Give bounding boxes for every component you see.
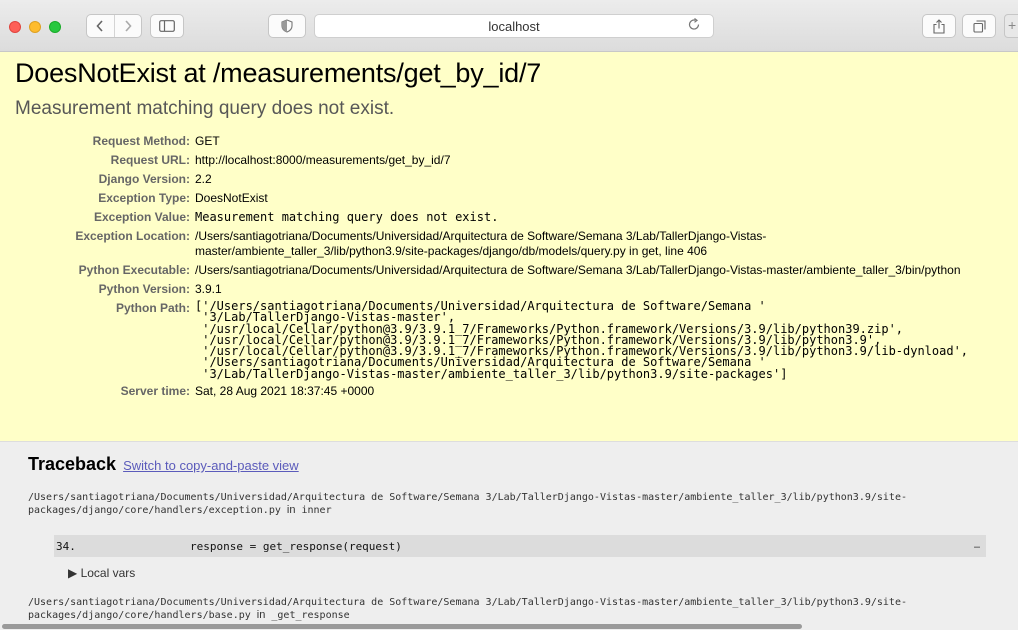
expand-context-button[interactable]: …: [974, 540, 980, 551]
frame-function: _get_response: [271, 610, 350, 621]
error-subtitle: Measurement matching query does not exis…: [15, 98, 395, 119]
address-bar[interactable]: localhost: [314, 14, 714, 38]
frame-in: in: [256, 609, 266, 621]
address-text: localhost: [488, 18, 540, 34]
traceback-heading: Traceback Switch to copy-and-paste view: [28, 454, 299, 475]
meta-label: Request Method:: [92, 134, 190, 148]
context-line[interactable]: 34. response = get_response(request) …: [54, 535, 986, 557]
share-button[interactable]: [922, 14, 956, 38]
code-text: response = get_response(request): [190, 539, 402, 553]
meta-value: Measurement matching query does not exis…: [195, 210, 499, 224]
browser-toolbar: localhost +: [0, 0, 1018, 52]
meta-value: GET: [195, 134, 220, 148]
tabs-icon: [972, 19, 986, 33]
error-title: DoesNotExist at /measurements/get_by_id/…: [15, 58, 542, 88]
privacy-report-button[interactable]: [268, 14, 306, 38]
sidebar-icon: [159, 20, 175, 32]
meta-row: Server time: Sat, 28 Aug 2021 18:37:45 +0…: [40, 384, 985, 403]
back-button[interactable]: [87, 15, 115, 37]
frame-file: /Users/santiagotriana/Documents/Universi…: [28, 492, 907, 516]
reload-icon[interactable]: [688, 18, 701, 35]
frame-in: in: [286, 504, 296, 516]
meta-value: 2.2: [195, 172, 212, 186]
frame-path: /Users/santiagotriana/Documents/Universi…: [28, 596, 998, 622]
meta-label: Django Version:: [98, 172, 190, 186]
meta-label: Python Executable:: [78, 263, 190, 277]
shield-icon: [281, 19, 293, 33]
meta-row: Exception Type: DoesNotExist: [40, 191, 985, 210]
error-summary: DoesNotExist at /measurements/get_by_id/…: [0, 52, 1018, 442]
line-number: 34.: [56, 539, 76, 553]
meta-row: Exception Location: /Users/santiagotriana…: [40, 229, 985, 263]
copy-paste-view-link[interactable]: Switch to copy-and-paste view: [123, 458, 299, 473]
meta-row: Exception Value: Measurement matching que…: [40, 210, 985, 229]
meta-label: Python Path:: [116, 301, 190, 315]
nav-buttons: [86, 14, 142, 38]
meta-label: Python Version:: [98, 282, 190, 296]
minimize-window-button[interactable]: [29, 21, 41, 33]
close-window-button[interactable]: [9, 21, 21, 33]
traceback-section: Traceback Switch to copy-and-paste view …: [0, 442, 1018, 630]
chevron-left-icon: [96, 20, 103, 32]
frame-path: /Users/santiagotriana/Documents/Universi…: [28, 491, 998, 517]
meta-row: Request URL: http://localhost:8000/measur…: [40, 153, 985, 172]
meta-value: Sat, 28 Aug 2021 18:37:45 +0000: [195, 384, 375, 399]
meta-label: Exception Type:: [98, 191, 190, 205]
sidebar-button[interactable]: [150, 14, 184, 38]
local-vars-toggle[interactable]: ▶ Local vars: [68, 566, 135, 580]
meta-label: Server time:: [120, 384, 190, 399]
forward-button[interactable]: [115, 15, 142, 37]
plus-icon: +: [1008, 17, 1017, 33]
meta-label: Request URL:: [110, 153, 190, 167]
meta-row: Request Method: GET: [40, 134, 985, 153]
meta-value: ['/Users/santiagotriana/Documents/Univer…: [195, 299, 969, 381]
new-tab-button[interactable]: +: [1004, 14, 1018, 38]
meta-value: http://localhost:8000/measurements/get_b…: [195, 153, 451, 167]
request-meta-table: Request Method: GET Request URL: http://loc…: [40, 134, 985, 403]
traceback-title: Traceback: [28, 454, 117, 474]
horizontal-scrollbar[interactable]: [2, 624, 802, 629]
tab-overview-button[interactable]: [962, 14, 996, 38]
chevron-right-icon: [125, 20, 132, 32]
frame-function: inner: [301, 505, 332, 516]
zoom-window-button[interactable]: [49, 21, 61, 33]
meta-value: DoesNotExist: [195, 191, 268, 205]
share-icon: [933, 18, 945, 34]
meta-value: /Users/santiagotriana/Documents/Universi…: [195, 263, 961, 277]
meta-row: Python Path: ['/Users/santiagotriana/Docu…: [40, 299, 985, 384]
meta-value: /Users/santiagotriana/Documents/Universi…: [195, 229, 767, 258]
meta-row: Python Executable: /Users/santiagotriana/…: [40, 263, 985, 282]
meta-label: Exception Value:: [93, 210, 190, 224]
meta-row: Django Version: 2.2: [40, 172, 985, 191]
frame-file: /Users/santiagotriana/Documents/Universi…: [28, 597, 907, 621]
meta-label: Exception Location:: [75, 229, 190, 243]
